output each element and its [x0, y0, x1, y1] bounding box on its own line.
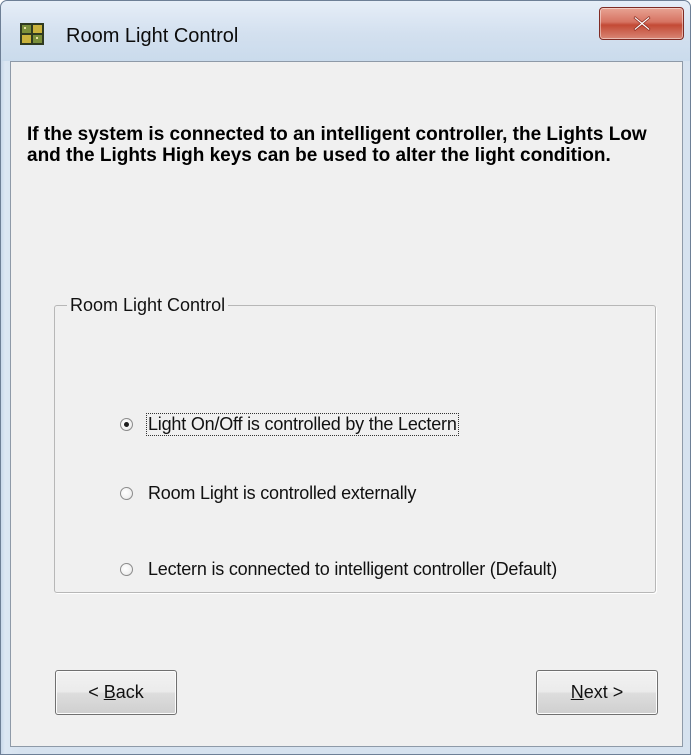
back-prefix: < [88, 682, 104, 702]
option-label: Lectern is connected to intelligent cont… [148, 558, 558, 579]
option-label: Room Light is controlled externally [148, 482, 417, 503]
dialog-client-area: If the system is connected to an intelli… [10, 61, 683, 747]
option-external-controlled[interactable]: Room Light is controlled externally [120, 480, 417, 506]
radio-button[interactable] [120, 486, 133, 500]
back-mnemonic: B [103, 682, 116, 702]
radio-button[interactable] [120, 562, 133, 576]
group-caption: Room Light Control [67, 294, 229, 316]
option-lectern-controlled[interactable]: Light On/Off is controlled by the Lecter… [120, 411, 459, 437]
option-label: Light On/Off is controlled by the Lecter… [146, 412, 459, 436]
window-title: Room Light Control [66, 25, 239, 47]
title-bar[interactable]: Room Light Control [1, 1, 690, 61]
description-text: If the system is connected to an intelli… [27, 124, 647, 166]
next-mnemonic: N [570, 682, 584, 702]
back-button[interactable]: < Back [55, 670, 177, 715]
close-x-icon [633, 15, 651, 32]
back-rest: ack [115, 682, 144, 702]
next-rest: ext > [583, 682, 624, 702]
radio-button-selected[interactable] [120, 417, 133, 431]
circuit-board-icon [20, 23, 44, 45]
close-button[interactable] [599, 7, 684, 40]
option-intelligent-controller[interactable]: Lectern is connected to intelligent cont… [120, 556, 558, 582]
room-light-control-group: Room Light Control Light On/Off is contr… [54, 294, 656, 593]
next-button[interactable]: Next > [536, 670, 658, 715]
dialog-window: Room Light Control If the system is conn… [0, 0, 691, 755]
